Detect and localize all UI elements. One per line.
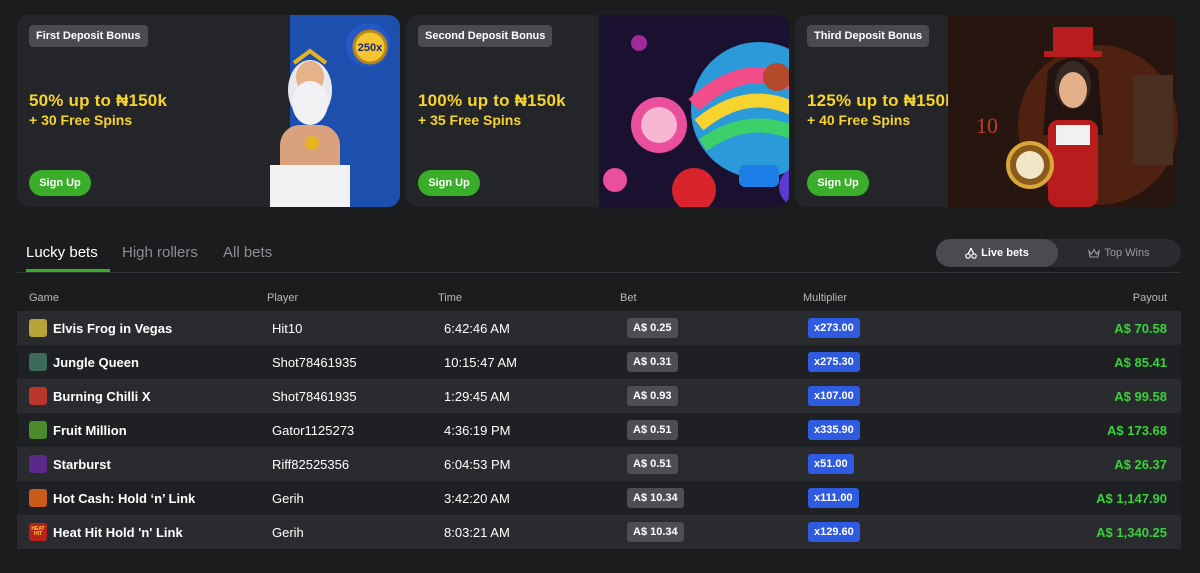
game-name[interactable]: Starburst (53, 457, 111, 472)
top-wins-button[interactable]: Top Wins (1058, 239, 1180, 267)
game-name[interactable]: Elvis Frog in Vegas (53, 321, 172, 336)
player-name: Gerih (272, 490, 304, 506)
player-name: Hit10 (272, 320, 303, 336)
bet-time: 4:36:19 PM (444, 422, 511, 438)
game-thumbnail-icon (29, 353, 47, 371)
signup-button[interactable]: Sign Up (418, 170, 480, 196)
game-thumbnail-icon (29, 387, 47, 405)
col-time: Time (438, 292, 463, 304)
multiplier-badge: x111.00 (808, 488, 859, 508)
bet-amount: A$ 0.51 (627, 454, 678, 474)
banner-subline: + 35 Free Spins (418, 112, 522, 128)
bet-time: 8:03:21 AM (444, 524, 510, 540)
card-ten-text: 10 (976, 113, 998, 138)
payout-amount: A$ 1,340.25 (1096, 524, 1167, 540)
game-name[interactable]: Heat Hit Hold 'n' Link (53, 525, 183, 540)
bet-amount: A$ 10.34 (627, 488, 684, 508)
bet-time: 6:42:46 AM (444, 320, 510, 336)
zeus-character-art: 250x (270, 15, 400, 207)
bet-amount: A$ 0.51 (627, 420, 678, 440)
bet-amount: A$ 0.31 (627, 352, 678, 372)
game-name[interactable]: Hot Cash: Hold ‘n’ Link (53, 491, 195, 506)
game-name[interactable]: Burning Chilli X (53, 389, 151, 404)
second-deposit-banner[interactable]: Second Deposit Bonus 100% up to ₦150k + … (406, 15, 789, 207)
player-name: Riff82525356 (272, 456, 350, 472)
payout-amount: A$ 26.37 (1114, 456, 1167, 472)
col-player: Player (267, 292, 299, 304)
game-name[interactable]: Jungle Queen (53, 355, 139, 370)
multiplier-badge: x273.00 (808, 318, 860, 338)
banner-subline: + 40 Free Spins (807, 112, 911, 128)
game-name[interactable]: Fruit Million (53, 423, 127, 438)
live-bets-button[interactable]: Live bets (936, 239, 1058, 267)
game-thumbnail-icon (29, 319, 47, 337)
signup-button[interactable]: Sign Up (807, 170, 869, 196)
banner-headline: 50% up to ₦150k (29, 91, 168, 110)
cherries-icon (965, 247, 977, 259)
bets-table-body: Elvis Frog in Vegas Hit10 6:42:46 AM A$ … (17, 311, 1181, 549)
bet-time: 10:15:47 AM (444, 354, 517, 370)
promo-banners: First Deposit Bonus 50% up to ₦150k + 30… (17, 15, 1178, 207)
table-row[interactable]: Starburst Riff82525356 6:04:53 PM A$ 0.5… (17, 447, 1181, 481)
active-tab-underline (26, 269, 110, 272)
banner-pill: First Deposit Bonus (29, 25, 148, 47)
third-deposit-banner[interactable]: Third Deposit Bonus 125% up to ₦150k + 4… (795, 15, 1178, 207)
top-wins-label: Top Wins (1104, 247, 1150, 259)
col-multiplier: Multiplier (803, 292, 848, 304)
live-bets-label: Live bets (981, 247, 1029, 259)
multiplier-badge: x107.00 (808, 386, 860, 406)
payout-amount: A$ 1,147.90 (1096, 490, 1167, 506)
table-row[interactable]: HEAT HIT Heat Hit Hold 'n' Link Gerih 8:… (17, 515, 1181, 549)
game-thumbnail-icon: HEAT HIT (29, 523, 47, 541)
banner-pill: Third Deposit Bonus (807, 25, 930, 47)
player-name: Shot78461935 (272, 388, 357, 404)
game-thumbnail-icon (29, 421, 47, 439)
multiplier-badge: x129.60 (808, 522, 860, 542)
payout-amount: A$ 173.68 (1107, 422, 1167, 438)
banner-subline: + 30 Free Spins (29, 112, 133, 128)
banner-headline: 125% up to ₦150k (807, 91, 955, 110)
bet-time: 1:29:45 AM (444, 388, 510, 404)
multiplier-badge: x51.00 (808, 454, 854, 474)
bet-time: 3:42:20 AM (444, 490, 510, 506)
payout-amount: A$ 99.58 (1114, 388, 1167, 404)
col-game: Game (29, 292, 59, 304)
candy-fruit-art (599, 15, 789, 207)
payout-amount: A$ 70.58 (1114, 320, 1167, 336)
multiplier-badge-text: 250x (358, 42, 383, 54)
col-payout: Payout (1132, 292, 1167, 304)
player-name: Gator1125273 (272, 422, 355, 438)
table-row[interactable]: Elvis Frog in Vegas Hit10 6:42:46 AM A$ … (17, 311, 1181, 345)
table-row[interactable]: Hot Cash: Hold ‘n’ Link Gerih 3:42:20 AM… (17, 481, 1181, 515)
player-name: Shot78461935 (272, 354, 357, 370)
signup-button[interactable]: Sign Up (29, 170, 91, 196)
tab-high-rollers[interactable]: High rollers (122, 244, 198, 261)
bet-amount: A$ 0.25 (627, 318, 678, 338)
player-name: Gerih (272, 524, 304, 540)
col-bet: Bet (620, 292, 637, 304)
game-thumbnail-icon (29, 455, 47, 473)
steampunk-lady-art: 10 (948, 15, 1178, 207)
bets-table-header: Game Player Time Bet Multiplier Payout (17, 292, 1181, 306)
tab-all-bets[interactable]: All bets (223, 244, 272, 261)
bet-amount: A$ 0.93 (627, 386, 678, 406)
game-thumbnail-icon (29, 489, 47, 507)
multiplier-badge: x335.90 (808, 420, 860, 440)
banner-pill: Second Deposit Bonus (418, 25, 553, 47)
banner-headline: 100% up to ₦150k (418, 91, 566, 110)
bet-time: 6:04:53 PM (444, 456, 511, 472)
table-row[interactable]: Burning Chilli X Shot78461935 1:29:45 AM… (17, 379, 1181, 413)
crown-icon (1088, 248, 1101, 258)
tab-lucky-bets[interactable]: Lucky bets (26, 244, 98, 261)
table-row[interactable]: Jungle Queen Shot78461935 10:15:47 AM A$… (17, 345, 1181, 379)
first-deposit-banner[interactable]: First Deposit Bonus 50% up to ₦150k + 30… (17, 15, 400, 207)
bet-amount: A$ 10.34 (627, 522, 684, 542)
multiplier-badge: x275.30 (808, 352, 860, 372)
bets-toggle: Live bets Top Wins (936, 239, 1181, 267)
table-row[interactable]: Fruit Million Gator1125273 4:36:19 PM A$… (17, 413, 1181, 447)
payout-amount: A$ 85.41 (1114, 354, 1167, 370)
